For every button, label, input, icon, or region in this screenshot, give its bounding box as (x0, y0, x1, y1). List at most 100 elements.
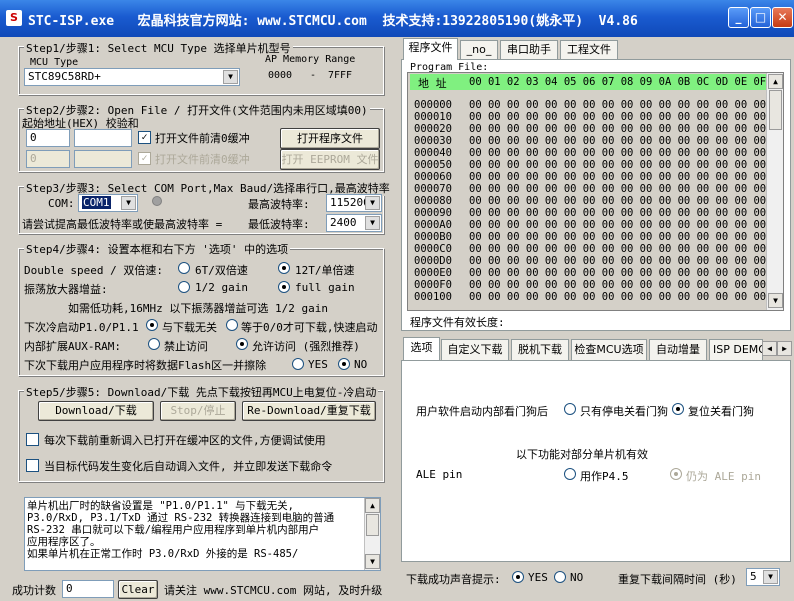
download-button[interactable]: Download/下载 (38, 401, 154, 421)
ale-pin-option-label: 仍为 ALE pin (686, 470, 761, 483)
com-port-select[interactable]: COM1 ▼ (78, 194, 138, 212)
hex-address: 000060 (414, 171, 452, 183)
interval-label: 重复下载间隔时间 (秒) (618, 573, 737, 586)
status-led-icon (152, 196, 162, 206)
start-addr-input[interactable]: 0 (26, 129, 70, 147)
12t-radio[interactable] (278, 262, 290, 274)
hex-bytes: 00 00 00 00 00 00 00 00 00 00 00 00 00 0… (469, 195, 767, 207)
tab-options[interactable]: 选项 (403, 337, 440, 361)
tab-scroll-left-icon[interactable]: ◀ (762, 341, 777, 356)
sound-no-label: NO (570, 571, 584, 584)
osc-gain-label: 振荡放大器增益: (24, 283, 108, 296)
tab-isp-demo[interactable]: ISP DEMO (709, 339, 763, 360)
scroll-up-icon[interactable]: ▲ (365, 498, 380, 513)
erase-yes-radio[interactable] (292, 358, 304, 370)
ale-pin-radio (670, 468, 682, 480)
ale-pin-label: ALE pin (416, 468, 463, 481)
equal-zero-radio[interactable] (226, 319, 238, 331)
watchdog-power-off-label: 只有停电关看门狗 (580, 405, 668, 418)
sound-label: 下载成功声音提示: (406, 573, 501, 586)
chevron-down-icon: ▼ (763, 570, 778, 584)
hex-address: 0000C0 (414, 243, 452, 255)
watchdog-label: 用户软件启动内部看门狗后 (416, 405, 548, 418)
hex-header-columns: 00 01 02 03 04 05 06 07 08 09 0A 0B 0C 0… (469, 76, 767, 88)
redownload-button[interactable]: Re-Download/重复下载 (242, 401, 376, 421)
double-speed-label: Double speed / 双倍速: (24, 264, 163, 277)
open-program-file-button[interactable]: 打开程序文件 (280, 128, 380, 149)
sound-no-radio[interactable] (554, 571, 566, 583)
no-relation-radio[interactable] (146, 319, 158, 331)
chevron-down-icon: ▼ (365, 216, 380, 230)
window-title: STC-ISP.exe 宏晶科技官方网站: www.STCMCU.com 技术支… (28, 14, 638, 29)
com-port-value: COM1 (82, 196, 111, 209)
eeprom-addr-input: 0 (26, 150, 70, 168)
hex-bytes: 00 00 00 00 00 00 00 00 00 00 00 00 00 0… (469, 207, 767, 219)
equal-zero-label: 等于0/0才可下载,快速启动 (241, 321, 378, 334)
tab-no[interactable]: _no_ (460, 40, 498, 60)
close-button[interactable]: ✕ (772, 7, 793, 28)
min-baud-value: 2400 (330, 216, 357, 229)
tab-auto-increment[interactable]: 自动增量 (649, 339, 707, 360)
tab-serial-assistant[interactable]: 串口助手 (500, 40, 558, 60)
tab-project-file[interactable]: 工程文件 (560, 40, 618, 60)
clear-buffer-label: 打开文件前清0缓冲 (155, 132, 250, 145)
mcu-type-select[interactable]: STC89C58RD+ ▼ (24, 68, 240, 86)
aux-disable-radio[interactable] (148, 338, 160, 350)
hex-view[interactable]: 地 址 00 01 02 03 04 05 06 07 08 09 0A 0B … (407, 72, 784, 311)
hex-bytes: 00 00 00 00 00 00 00 00 00 00 00 00 00 0… (469, 123, 767, 135)
tab-offline-download[interactable]: 脱机下载 (511, 339, 569, 360)
open-eeprom-file-button: 打开 EEPROM 文件 (280, 149, 380, 170)
auto-reload-checkbox[interactable] (26, 459, 39, 472)
scroll-down-icon[interactable]: ▼ (365, 554, 380, 569)
clear-buffer-eeprom-checkbox: ✓ (138, 152, 151, 165)
erase-no-label: NO (354, 358, 368, 371)
sound-yes-label: YES (528, 571, 548, 584)
hex-address: 000040 (414, 147, 452, 159)
interval-select[interactable]: 5 ▼ (746, 568, 780, 586)
watchdog-reset-radio[interactable] (672, 403, 684, 415)
aux-allow-radio[interactable] (236, 338, 248, 350)
tab-scroll-right-icon[interactable]: ▶ (777, 341, 792, 356)
aux-disable-label: 禁止访问 (164, 340, 208, 353)
interval-value: 5 (750, 570, 757, 583)
min-baud-select[interactable]: 2400 ▼ (326, 214, 382, 232)
hex-address: 0000B0 (414, 231, 452, 243)
chevron-down-icon: ▼ (223, 70, 238, 84)
info-textbox[interactable]: 单片机出厂时的缺省设置是 "P1.0/P1.1" 与下载无关, P3.0/RxD… (24, 497, 381, 571)
stop-button: Stop/停止 (160, 401, 236, 421)
title-bar[interactable]: S STC-ISP.exe 宏晶科技官方网站: www.STCMCU.com 技… (0, 0, 794, 37)
hex-bytes: 00 00 00 00 00 00 00 00 00 00 00 00 00 0… (469, 171, 767, 183)
watchdog-power-off-radio[interactable] (564, 403, 576, 415)
clear-buffer-checkbox[interactable]: ✓ (138, 131, 151, 144)
ale-p45-radio[interactable] (564, 468, 576, 480)
hex-scrollbar[interactable]: ▲ ▼ (766, 73, 783, 310)
chevron-down-icon: ▼ (121, 196, 136, 210)
sound-yes-radio[interactable] (512, 571, 524, 583)
6t-radio[interactable] (178, 262, 190, 274)
max-baud-select[interactable]: 115200 ▼ (326, 194, 382, 212)
success-count-field: 0 (62, 580, 114, 598)
scroll-thumb[interactable] (366, 514, 379, 536)
scroll-up-icon[interactable]: ▲ (768, 74, 783, 89)
ap-memory-label: AP Memory Range (265, 54, 356, 65)
hex-address: 0000D0 (414, 255, 452, 267)
tab-program-file[interactable]: 程序文件 (403, 38, 458, 60)
scroll-down-icon[interactable]: ▼ (768, 293, 783, 308)
cold-start-label: 下次冷启动P1.0/P1.1 (24, 321, 139, 334)
minimize-button[interactable]: _ (728, 7, 749, 28)
no-relation-label: 与下载无关 (162, 321, 217, 334)
tab-check-mcu[interactable]: 检查MCU选项 (571, 339, 647, 360)
clear-button[interactable]: Clear (118, 580, 158, 599)
tab-custom-download[interactable]: 自定义下载 (441, 339, 509, 360)
info-scrollbar[interactable]: ▲ ▼ (364, 498, 380, 570)
info-line: 如果单片机在正常工作时 P3.0/RxD 外接的是 RS-485/ (27, 548, 299, 560)
half-gain-radio[interactable] (178, 281, 190, 293)
baud-hint: 请尝试提高最低波特率或使最高波特率 = (22, 218, 223, 231)
mcu-type-label: MCU Type (30, 57, 79, 68)
hex-header-address: 地 址 (418, 77, 447, 90)
reload-before-checkbox[interactable] (26, 433, 39, 446)
maximize-button[interactable]: □ (750, 7, 771, 28)
full-gain-radio[interactable] (278, 281, 290, 293)
erase-no-radio[interactable] (338, 358, 350, 370)
scroll-thumb[interactable] (769, 90, 782, 130)
